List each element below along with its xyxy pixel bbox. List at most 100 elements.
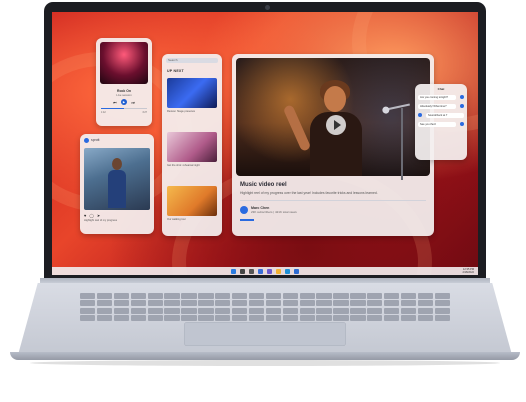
keyboard-key [198, 293, 214, 299]
system-tray[interactable]: 12:35 PM 2/18/2022 [462, 268, 474, 274]
keyboard-key [282, 293, 299, 299]
accent-tag [240, 219, 254, 221]
previous-icon[interactable]: ⏮ [113, 100, 117, 105]
taskbar: 12:35 PM 2/18/2022 [52, 267, 478, 275]
keyboard-key [316, 315, 332, 321]
up-next-heading: UP NEXT [167, 69, 184, 73]
progress-bar[interactable] [101, 108, 147, 110]
channel-info[interactable]: Marc Chen 23K subscribers | 421K total v… [240, 206, 297, 214]
widgets-icon[interactable] [258, 268, 263, 274]
social-post-window[interactable]: sprott ♥ ◯ ➤ Highlight reel of my progre… [80, 134, 154, 234]
laptop-shadow [30, 360, 500, 366]
keyboard-key [350, 300, 366, 307]
search-input[interactable]: Search [166, 58, 218, 63]
keyboard-key [231, 307, 248, 314]
video-caption: Our walking tour [167, 218, 186, 221]
video-thumbnail[interactable] [167, 78, 217, 108]
chat-title: Chat [437, 87, 445, 91]
person-figure [108, 158, 126, 208]
keyboard-key [147, 300, 163, 307]
keyboard-key [400, 300, 417, 307]
chat-window[interactable]: Chat Are you coming tonight? Absolutely!… [415, 84, 467, 160]
keyboard-key [333, 293, 349, 299]
video-thumbnail[interactable] [167, 132, 217, 162]
keyboard-key [198, 307, 214, 314]
keyboard-key [248, 315, 265, 321]
keyboard-key [434, 300, 450, 307]
keyboard-key [282, 300, 299, 307]
playback-controls: ⏮ ▶ ⏭ [113, 99, 135, 105]
keyboard-key [130, 293, 147, 299]
video-description: Highlight reel of my progress over the l… [240, 191, 378, 195]
list-item[interactable]: Get the shot: rehearsal night [167, 132, 217, 167]
play-button[interactable] [326, 115, 346, 135]
keyboard-key [316, 300, 332, 307]
video-caption: Review: Stage presence [167, 110, 196, 113]
chat-message: Soundcheck at 7 [418, 112, 464, 118]
keyboard-key [80, 307, 96, 314]
keyboard-key [383, 293, 400, 299]
share-icon[interactable]: ➤ [97, 213, 100, 218]
avatar[interactable] [240, 206, 248, 214]
keyboard-key [367, 307, 383, 314]
keyboard-key [80, 300, 96, 307]
keyboard-key [130, 300, 147, 307]
play-button[interactable]: ▶ [121, 99, 127, 105]
keyboard-key [113, 307, 130, 314]
avatar [460, 122, 464, 126]
mic-stand [401, 108, 403, 180]
keyboard-key [164, 307, 180, 314]
keyboard-key [316, 307, 332, 314]
keyboard-key [248, 307, 265, 314]
post-actions: ♥ ◯ ➤ [84, 213, 150, 218]
keyboard-key [80, 315, 96, 321]
task-view-icon[interactable] [249, 268, 254, 274]
music-player-window[interactable]: Rock On Live session ⏮ ▶ ⏭ 1:42 3:27 [96, 38, 152, 126]
keyboard-key [299, 300, 315, 307]
keyboard-key [96, 293, 113, 299]
search-icon[interactable] [240, 268, 245, 274]
next-icon[interactable]: ⏭ [131, 100, 135, 105]
keyboard-key [434, 293, 450, 299]
chat-message: Absolutely! What time? [418, 103, 464, 109]
chat-icon[interactable] [267, 268, 272, 274]
keyboard-key [248, 293, 265, 299]
keyboard-key [383, 300, 400, 307]
song-artist: Live session [116, 93, 132, 97]
video-thumbnail[interactable] [167, 186, 217, 216]
album-art [100, 42, 148, 84]
keyboard-key [113, 293, 130, 299]
laptop-screen: Rock On Live session ⏮ ▶ ⏭ 1:42 3:27 spr… [52, 12, 478, 275]
keyboard-key [316, 293, 332, 299]
list-item[interactable]: Review: Stage presence [167, 78, 217, 113]
keyboard-key [417, 300, 434, 307]
post-photo[interactable] [84, 148, 150, 210]
keyboard-key [434, 307, 450, 314]
keyboard-key [164, 300, 180, 307]
webcam-icon [265, 5, 270, 10]
avatar [418, 113, 422, 117]
keyboard-key [198, 315, 214, 321]
keyboard-key [417, 293, 434, 299]
up-next-window[interactable]: Search UP NEXT Review: Stage presence Ge… [162, 54, 222, 236]
store-icon[interactable] [294, 268, 299, 274]
keyboard-key [164, 315, 180, 321]
list-item[interactable]: Our walking tour [167, 186, 217, 221]
touchpad [184, 322, 346, 346]
divider [240, 200, 426, 201]
browser-icon[interactable] [285, 268, 290, 274]
video-frame[interactable] [236, 58, 430, 180]
message-text: Absolutely! What time? [418, 103, 456, 109]
comment-icon[interactable]: ◯ [89, 213, 93, 218]
account-name[interactable]: sprott [91, 138, 99, 142]
keyboard-key [181, 293, 197, 299]
keyboard-key [113, 315, 130, 321]
start-icon[interactable] [231, 268, 236, 274]
video-player-window[interactable]: Music video reel Highlight reel of my pr… [232, 54, 434, 236]
folder-icon[interactable] [276, 268, 281, 274]
keyboard-key [350, 307, 366, 314]
heart-icon[interactable]: ♥ [84, 213, 86, 218]
time-readout: 1:42 3:27 [101, 111, 147, 114]
avatar[interactable] [84, 138, 89, 143]
time-total: 3:27 [142, 111, 147, 114]
